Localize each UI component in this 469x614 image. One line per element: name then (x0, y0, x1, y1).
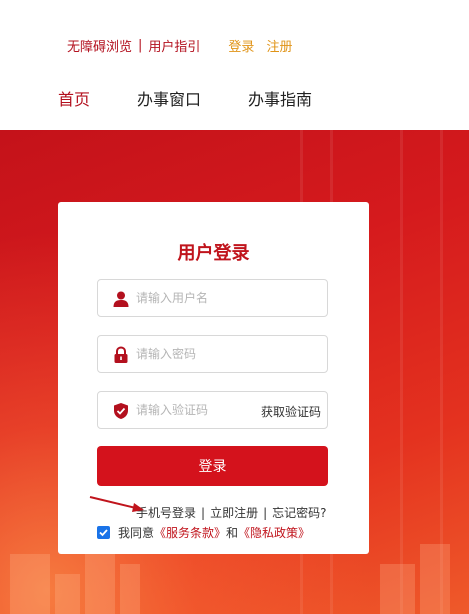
skyline-building (420, 544, 450, 614)
login-links: 手机号登录 | 立即注册 | 忘记密码? (136, 504, 327, 521)
header-login-link[interactable]: 登录 (228, 36, 254, 55)
links-separator: | (263, 506, 268, 520)
username-field[interactable] (97, 279, 328, 317)
get-code-button[interactable]: 获取验证码 (261, 403, 321, 420)
skyline-building (380, 564, 415, 614)
login-button[interactable]: 登录 (97, 446, 328, 486)
shield-check-icon (112, 402, 130, 420)
login-card: 用户登录 获取验证码 登录 (58, 202, 369, 554)
banner-decoration (400, 130, 403, 614)
agreement-prefix: 我同意 (118, 526, 155, 540)
accessibility-link[interactable]: 无障碍浏览 (67, 36, 132, 55)
main-nav: 首页 办事窗口 办事指南 (58, 86, 359, 110)
header-register-link[interactable]: 注册 (266, 36, 292, 55)
top-links: 无障碍浏览 | 用户指引 登录 注册 (67, 36, 292, 55)
privacy-link[interactable]: 《隐私政策》 (238, 524, 310, 541)
forgot-password-link[interactable]: 忘记密码? (272, 506, 326, 520)
nav-item-service-guide[interactable]: 办事指南 (248, 86, 312, 110)
captcha-input[interactable] (136, 392, 256, 428)
lock-icon (112, 346, 130, 364)
register-now-link[interactable]: 立即注册 (210, 506, 258, 520)
password-input[interactable] (136, 336, 256, 372)
links-separator: | (201, 506, 206, 520)
password-field[interactable] (97, 335, 328, 373)
nav-item-service-window[interactable]: 办事窗口 (137, 86, 201, 110)
username-input[interactable] (136, 280, 256, 316)
user-guide-link[interactable]: 用户指引 (148, 36, 200, 55)
user-icon (112, 290, 130, 308)
agree-checkbox[interactable] (97, 526, 110, 539)
skyline-building (120, 564, 140, 614)
skyline-building (55, 574, 80, 614)
phone-login-link[interactable]: 手机号登录 (136, 506, 196, 520)
agreement-row: 我同意 《服务条款》 和 《隐私政策》 (97, 524, 310, 541)
checkmark-icon (99, 529, 108, 537)
banner-decoration (440, 130, 443, 614)
agreement-and: 和 (226, 526, 239, 540)
terms-link[interactable]: 《服务条款》 (154, 524, 226, 541)
nav-item-home[interactable]: 首页 (58, 86, 90, 110)
page-header: 无障碍浏览 | 用户指引 登录 注册 首页 办事窗口 办事指南 (0, 0, 469, 130)
login-title: 用户登录 (177, 243, 250, 264)
skyline-building (10, 554, 50, 614)
top-links-separator: | (138, 38, 143, 53)
captcha-field[interactable]: 获取验证码 (97, 391, 328, 429)
